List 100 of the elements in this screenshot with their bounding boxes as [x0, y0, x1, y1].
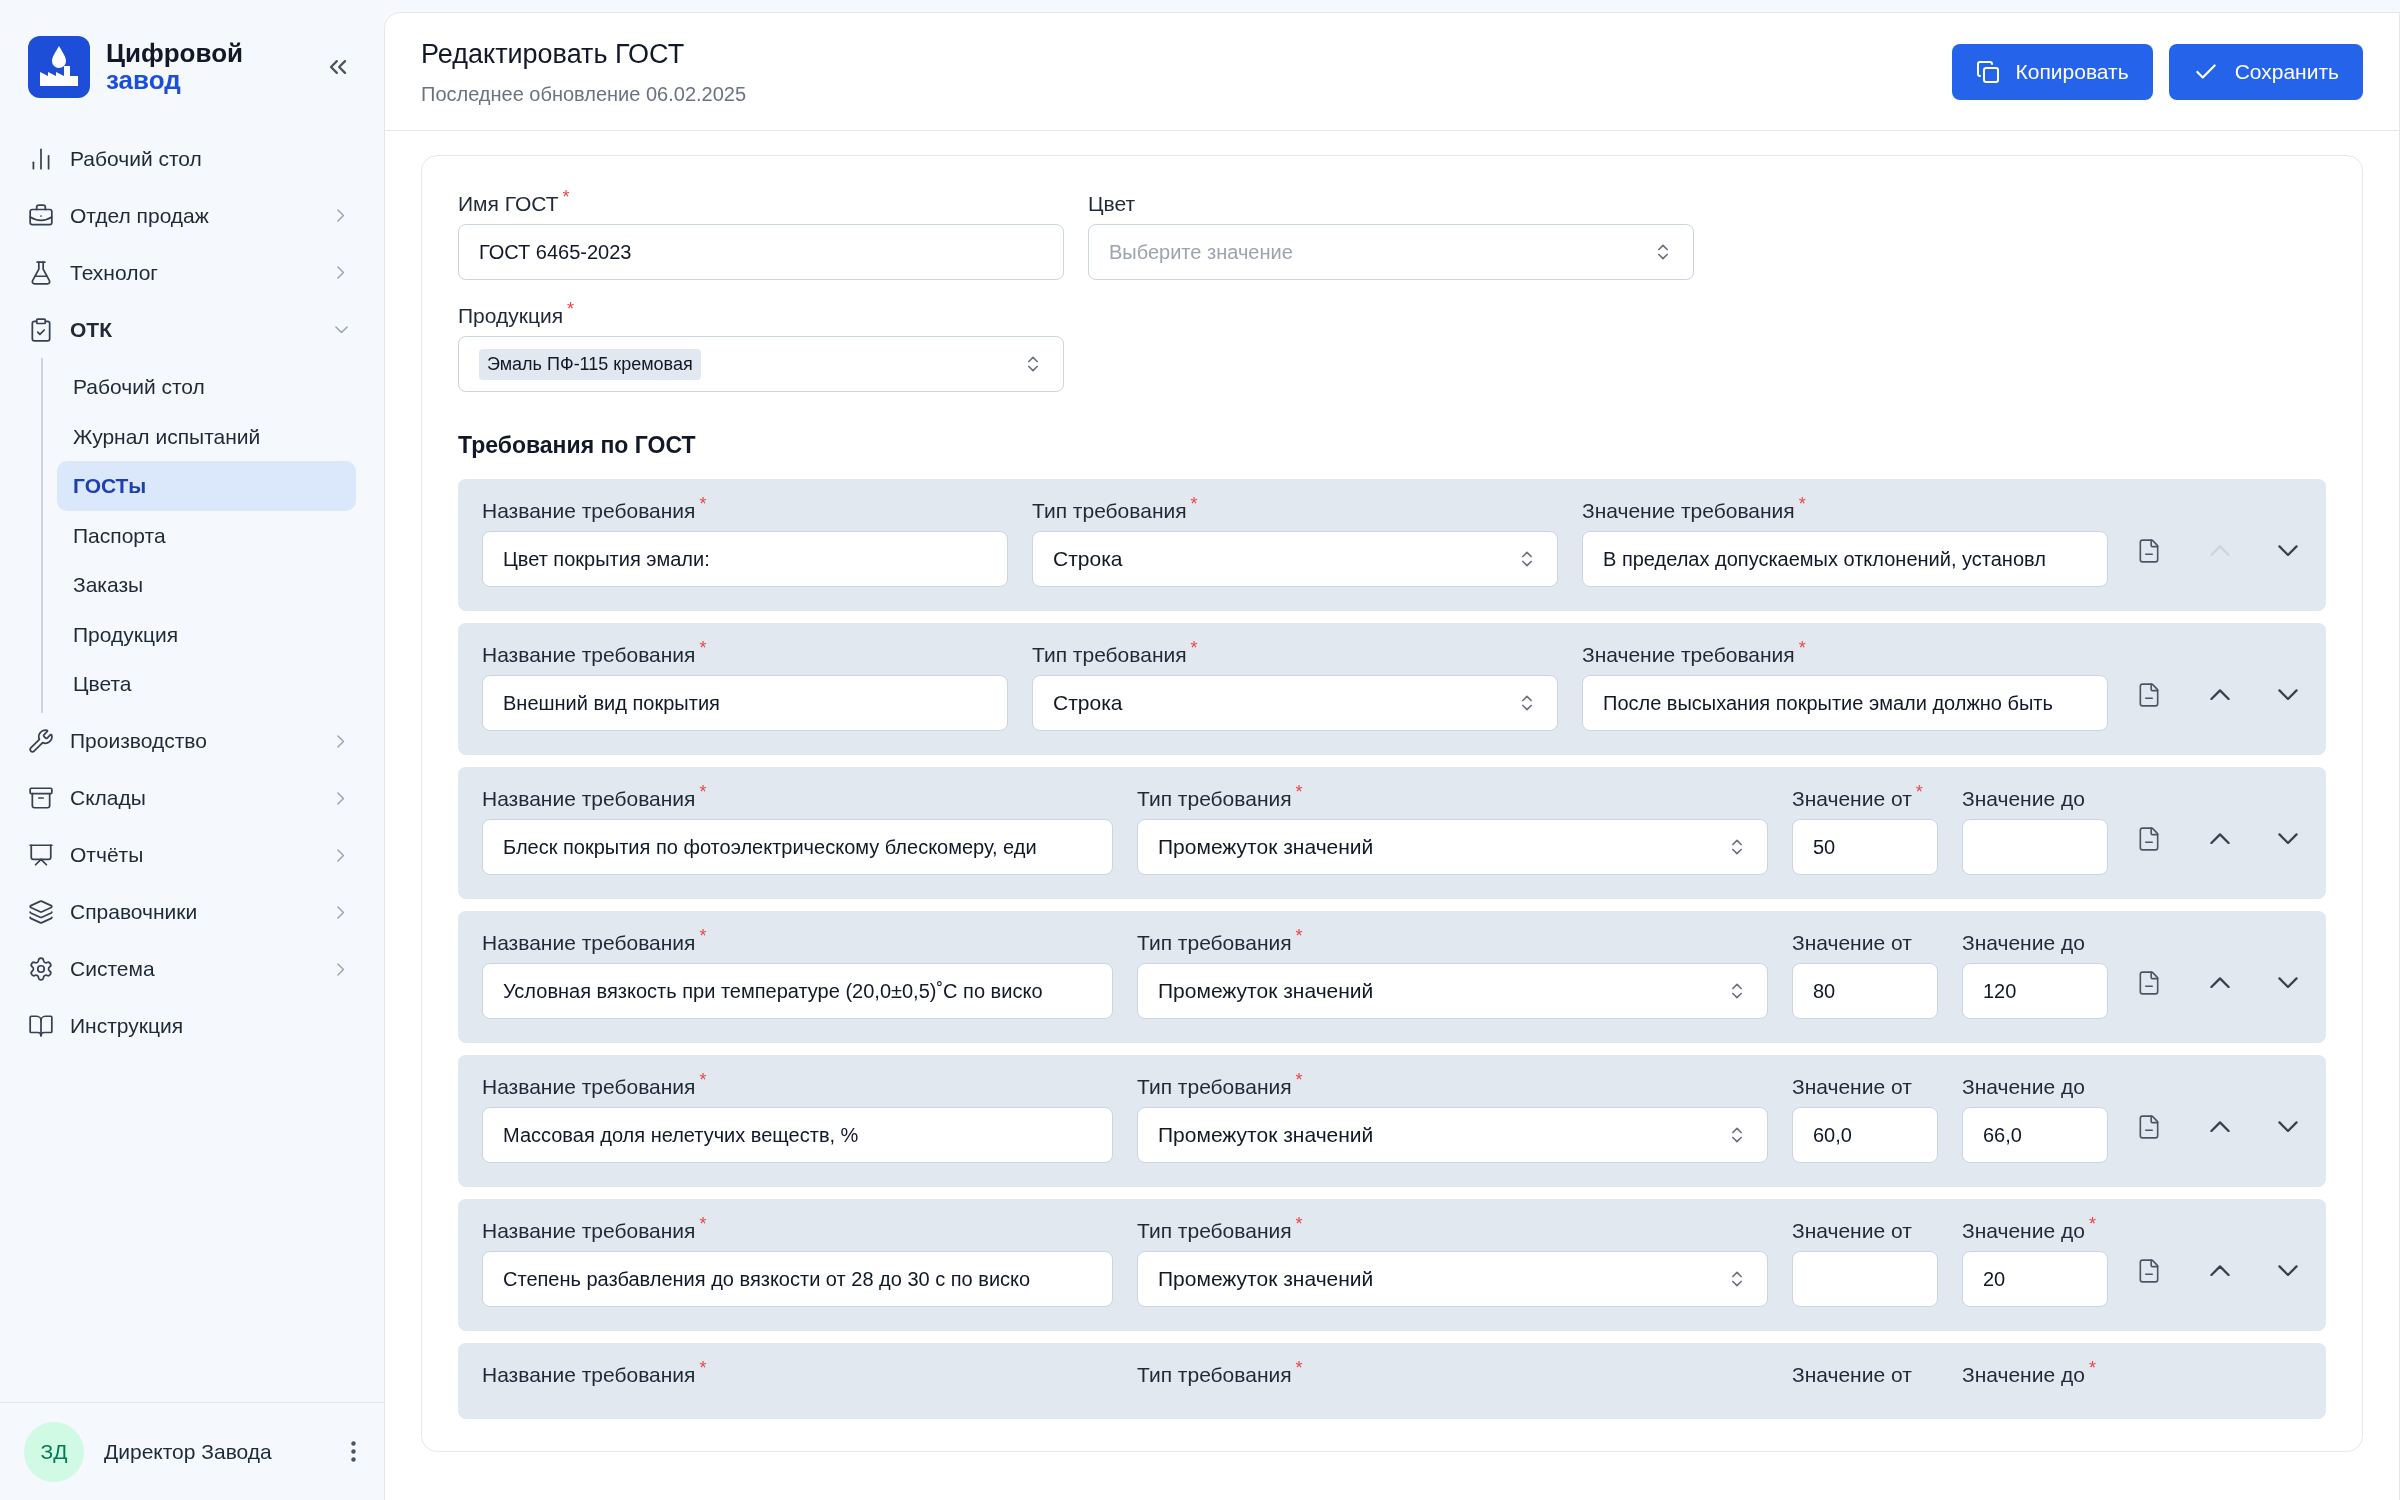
- select-field[interactable]: Промежуток значений: [1137, 962, 1768, 1019]
- field-label: Цвет: [1088, 191, 1136, 217]
- required-mark: *: [1295, 1358, 1303, 1377]
- field-label: Название требования: [482, 1217, 696, 1244]
- field-label: Продукция: [458, 303, 564, 329]
- nav-item[interactable]: ОТК: [28, 301, 356, 358]
- nav-item[interactable]: Производство: [28, 712, 356, 770]
- submenu-item[interactable]: ГОСТы: [57, 461, 356, 511]
- nav-item[interactable]: Справочники: [28, 883, 356, 941]
- user-name: Директор Завода: [104, 1438, 273, 1465]
- field-label: Название требования: [482, 641, 696, 668]
- input-field[interactable]: Блеск покрытия по фотоэлектрическому блескомеру, еди: [482, 818, 1113, 875]
- select-field[interactable]: Промежуток значений: [1137, 818, 1768, 875]
- input-field[interactable]: Условная вязкость при температуре (20,0±0,5)˚С по виско: [482, 962, 1113, 1019]
- required-mark: *: [699, 1358, 707, 1377]
- field-label: Тип требования: [1032, 497, 1187, 524]
- presentation-icon: [28, 842, 54, 868]
- chevron-down-icon: [2278, 1264, 2298, 1277]
- section-title: Требования по ГОСТ: [458, 431, 697, 460]
- chevron-right-icon: [336, 734, 344, 748]
- page-title: Редактировать ГОСТ: [421, 38, 686, 72]
- nav-item[interactable]: Рабочий стол: [28, 130, 356, 187]
- field-label: Значение от: [1792, 1073, 1912, 1100]
- submenu-item[interactable]: Цвета: [57, 659, 356, 709]
- nav-item[interactable]: Технолог: [28, 244, 356, 301]
- field-label: Название требования: [482, 1073, 696, 1100]
- copy-icon: [1975, 59, 2000, 84]
- submenu-item[interactable]: Продукция: [57, 609, 356, 659]
- required-mark: *: [562, 188, 570, 206]
- select-field[interactable]: Строка: [1032, 530, 1558, 587]
- field-label: Значение до: [1962, 929, 2085, 956]
- required-mark: *: [1915, 782, 1923, 801]
- required-mark: *: [699, 494, 707, 513]
- chevron-down-icon: [2278, 1120, 2298, 1133]
- field-label: Значение до: [1962, 785, 2085, 812]
- required-mark: *: [1295, 1070, 1303, 1089]
- field-label: Тип требования: [1137, 1073, 1292, 1100]
- chevron-up-icon: [2210, 1264, 2230, 1277]
- submenu-item[interactable]: Журнал испытаний: [57, 411, 356, 461]
- required-mark: *: [1295, 782, 1303, 801]
- submenu-item[interactable]: Рабочий стол: [57, 362, 356, 412]
- required-mark: *: [1295, 926, 1303, 945]
- chevron-down-icon: [2278, 832, 2298, 845]
- input-field[interactable]: 20: [1962, 1250, 2108, 1307]
- input-field[interactable]: Цвет покрытия эмали:: [482, 530, 1008, 587]
- field-label: Значение требования: [1582, 497, 1795, 524]
- brand-name: Цифровой: [106, 39, 243, 67]
- page-subtitle: Последнее обновление 06.02.2025: [421, 81, 747, 107]
- nav-item[interactable]: Инструкция: [28, 997, 356, 1055]
- nav-item[interactable]: Склады: [28, 769, 356, 827]
- select-field[interactable]: Строка: [1032, 674, 1558, 731]
- input-field[interactable]: 66,0: [1962, 1106, 2108, 1163]
- input-field[interactable]: Внешний вид покрытия: [482, 674, 1008, 731]
- select-field[interactable]: Промежуток значений: [1137, 1250, 1768, 1307]
- nav-item[interactable]: Система: [28, 940, 356, 998]
- tools-icon: [28, 728, 54, 754]
- chevron-up-icon: [2210, 832, 2230, 845]
- input-field[interactable]: Степень разбавления до вязкости от 28 до 30 с по виско: [482, 1250, 1113, 1307]
- input-field[interactable]: [1792, 1250, 1938, 1307]
- clipboard-check-icon: [28, 316, 54, 343]
- required-mark: *: [1295, 1214, 1303, 1233]
- input-field[interactable]: 50: [1792, 818, 1938, 875]
- chevron-down-icon: [2278, 688, 2298, 701]
- input-field[interactable]: После высыхания покрытие эмали должно быть: [1582, 674, 2108, 731]
- select-field[interactable]: Промежуток значений: [1137, 1106, 1768, 1163]
- input-field[interactable]: 120: [1962, 962, 2108, 1019]
- select-field[interactable]: Эмаль ПФ-115 кремовая: [458, 336, 1064, 392]
- required-mark: *: [699, 926, 707, 945]
- field-label: Тип требования: [1137, 785, 1292, 812]
- field-label: Значение от: [1792, 1361, 1912, 1388]
- save-button[interactable]: Сохранить: [2168, 43, 2363, 100]
- input-field[interactable]: Массовая доля нелетучих веществ, %: [482, 1106, 1113, 1163]
- nav-item[interactable]: Отдел продаж: [28, 187, 356, 244]
- chevron-up-icon: [2210, 1120, 2230, 1133]
- field-label: Значение до: [1962, 1361, 2085, 1388]
- input-field[interactable]: В пределах допускаемых отклонений, установл: [1582, 530, 2108, 587]
- input-field[interactable]: 60,0: [1792, 1106, 1938, 1163]
- field-label: Название требования: [482, 929, 696, 956]
- nav-item[interactable]: Отчёты: [28, 826, 356, 884]
- input-field[interactable]: [1962, 818, 2108, 875]
- logo-icon: [28, 36, 90, 98]
- chevron-right-icon: [336, 209, 344, 222]
- field-label: Значение требования: [1582, 641, 1795, 668]
- input-field[interactable]: ГОСТ 6465-2023: [458, 224, 1064, 280]
- field-label: Имя ГОСТ: [458, 191, 559, 217]
- brand-name: завод: [106, 67, 181, 95]
- field-label: Тип требования: [1032, 641, 1187, 668]
- chevron-right-icon: [336, 791, 344, 805]
- input-field[interactable]: 80: [1792, 962, 1938, 1019]
- chevron-up-icon: [2210, 688, 2230, 701]
- copy-button[interactable]: Копировать: [1951, 43, 2153, 100]
- field-label: Название требования: [482, 497, 696, 524]
- required-mark: *: [699, 1214, 707, 1233]
- submenu-item[interactable]: Паспорта: [57, 510, 356, 560]
- chevron-down-icon: [335, 325, 348, 334]
- field-label: Тип требования: [1137, 929, 1292, 956]
- required-mark: *: [2088, 1358, 2096, 1377]
- submenu-item[interactable]: Заказы: [57, 560, 356, 610]
- chevron-down-icon: [2278, 976, 2298, 989]
- field-label: Значение от: [1792, 785, 1912, 812]
